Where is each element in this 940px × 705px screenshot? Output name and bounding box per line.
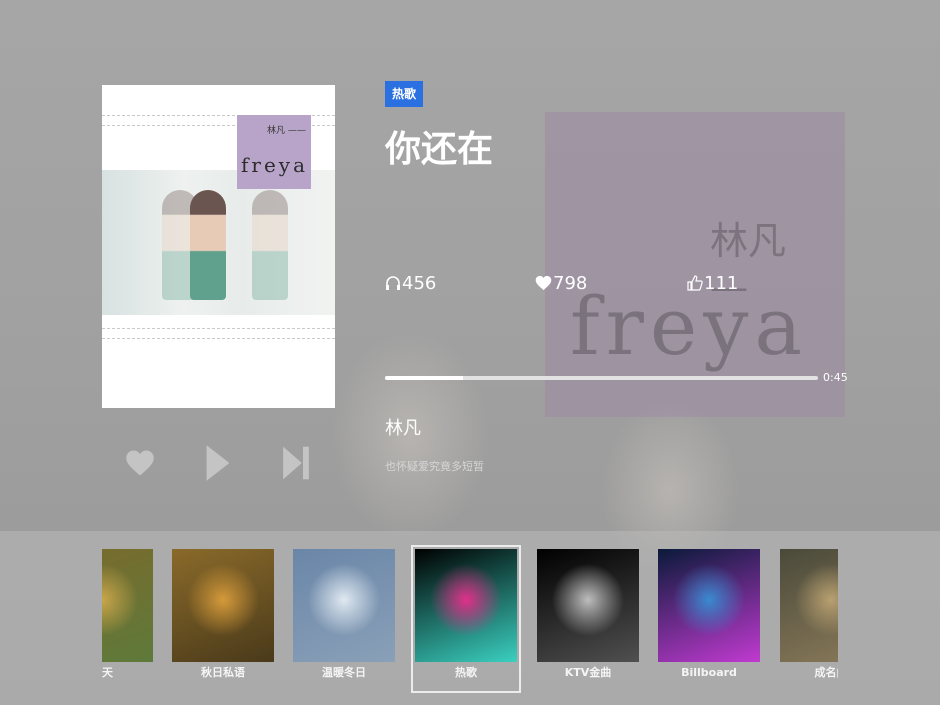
- category-thumbnail: [293, 549, 395, 662]
- category-thumbnail: [780, 549, 838, 662]
- category-badge: 热歌: [385, 81, 424, 107]
- category-card[interactable]: Billboard: [658, 549, 760, 689]
- album-photo: [102, 170, 335, 315]
- headphones-icon: [386, 276, 400, 290]
- next-button[interactable]: [276, 443, 316, 483]
- play-button[interactable]: [198, 443, 238, 483]
- category-label: Billboard: [681, 666, 737, 679]
- category-card[interactable]: 秋日私语: [172, 549, 274, 689]
- progress-bar-fill: [385, 376, 463, 380]
- category-label: 热歌: [455, 666, 477, 679]
- lyric-line: 也怀疑爱究竟多短暂: [385, 460, 484, 473]
- thumbs-up-icon: [687, 275, 703, 291]
- category-card[interactable]: KTV金曲: [537, 549, 639, 689]
- heart-icon: [535, 275, 552, 291]
- album-cover: 林凡 —— freya: [102, 85, 335, 408]
- category-label: KTV金曲: [564, 666, 612, 679]
- progress-bar[interactable]: [385, 376, 818, 380]
- category-thumbnail: [102, 549, 153, 662]
- category-label: 春天: [102, 666, 113, 679]
- category-label: 秋日私语: [201, 666, 245, 679]
- song-title: 你还在: [385, 129, 494, 170]
- category-card[interactable]: 温暖冬日: [293, 549, 395, 689]
- thumbs-up-count: 111: [687, 268, 738, 298]
- thumbs-up-count-value: 111: [704, 272, 739, 294]
- like-count: 798: [535, 268, 587, 298]
- category-thumbnail: [537, 549, 639, 662]
- artist-name: 林凡: [385, 418, 421, 439]
- play-icon: [206, 445, 230, 481]
- category-card[interactable]: 成名曲: [780, 549, 838, 689]
- album-title-tag: 林凡 —— freya: [237, 115, 311, 189]
- album-name-text: freya: [241, 153, 309, 177]
- like-button[interactable]: [120, 443, 160, 483]
- elapsed-time: 0:45: [823, 371, 848, 384]
- category-thumbnail: [415, 549, 517, 662]
- heart-icon: [126, 450, 154, 476]
- listen-count: 456: [385, 268, 436, 298]
- category-thumbnail: [172, 549, 274, 662]
- category-card[interactable]: 热歌: [411, 545, 521, 693]
- category-label: 温暖冬日: [322, 666, 366, 679]
- category-card[interactable]: 春天: [102, 549, 153, 689]
- category-thumbnail: [658, 549, 760, 662]
- next-icon: [283, 446, 309, 480]
- album-artist-text: 林凡 ——: [267, 126, 306, 136]
- listen-count-value: 456: [402, 272, 437, 294]
- category-label: 成名曲: [814, 666, 839, 679]
- like-count-value: 798: [553, 272, 588, 294]
